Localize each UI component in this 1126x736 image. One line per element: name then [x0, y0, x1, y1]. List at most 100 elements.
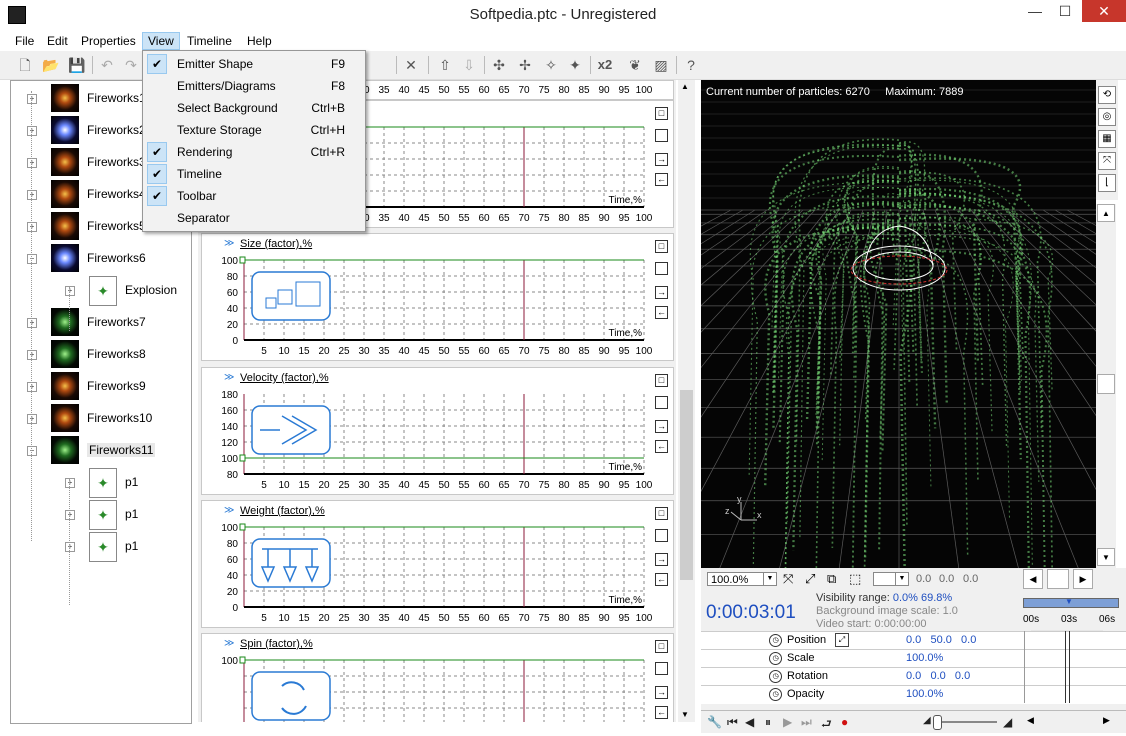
scroll-right-arrow[interactable]: ▶	[1103, 715, 1110, 726]
transform-icon[interactable]: ⤧	[783, 571, 793, 587]
tree-item[interactable]: − Fireworks6	[11, 243, 189, 273]
tree-item[interactable]: + ✦ p1	[11, 467, 189, 498]
save-icon[interactable]: 💾	[68, 56, 86, 74]
expand-icon[interactable]: +	[27, 126, 37, 136]
step-forward-icon[interactable]: ▶	[783, 715, 792, 729]
graph-plot[interactable]: 100 80 60 40 20 0 5 10 15 20 25 30 35 40 45 50 55 60 65 70 7…	[202, 234, 673, 360]
graph-title[interactable]: Spin (factor),%	[240, 638, 313, 650]
stopwatch-icon[interactable]: ◷	[769, 652, 782, 665]
expand-icon[interactable]: −	[27, 446, 37, 456]
redo-icon[interactable]: ↷	[122, 56, 140, 74]
expand-icon[interactable]: +	[27, 190, 37, 200]
expand-icon[interactable]: +	[65, 542, 75, 552]
stopwatch-icon[interactable]: ◷	[769, 634, 782, 647]
maximize-icon[interactable]: □	[655, 107, 668, 120]
track-row-opacity[interactable]: ◷ Opacity 100.0%	[701, 685, 1126, 704]
picture-icon[interactable]: ▨	[652, 56, 670, 74]
expand-icon[interactable]: −	[27, 254, 37, 264]
menu-item-select-background[interactable]: Select Background Ctrl+B	[145, 97, 363, 119]
blank-icon[interactable]	[655, 129, 668, 142]
scroll-right-arrow[interactable]: ▶	[1073, 569, 1093, 589]
emitter-shape-icon[interactable]: ✣	[490, 56, 508, 74]
menu-item-emitter-shape[interactable]: ✔ Emitter Shape F9	[145, 53, 363, 75]
import-icon[interactable]: ←	[655, 306, 668, 319]
copy-icon[interactable]: ⧉	[827, 571, 836, 587]
tree-item[interactable]: + ✦ p1	[11, 531, 189, 562]
expand-icon[interactable]: +	[27, 382, 37, 392]
emitter-shape-2-icon[interactable]: ✢	[516, 56, 534, 74]
rotate-view-icon[interactable]: ⟲	[1098, 86, 1116, 104]
menu-item-timeline[interactable]: ✔ Timeline	[145, 163, 363, 185]
leaf-icon[interactable]: ❦	[626, 56, 644, 74]
maximize-icon[interactable]: □	[655, 507, 668, 520]
expand-icon[interactable]: +	[27, 318, 37, 328]
export-icon[interactable]: →	[655, 286, 668, 299]
menu-item-separator[interactable]: Separator	[145, 207, 363, 229]
expand-icon[interactable]: +	[27, 94, 37, 104]
expand-icon[interactable]: +	[65, 510, 75, 520]
menu-timeline[interactable]: Timeline	[182, 33, 237, 49]
expand-icon[interactable]: +	[27, 222, 37, 232]
tree-item[interactable]: + Fireworks9	[11, 371, 189, 401]
scroll-up-arrow[interactable]: ▲	[681, 82, 689, 91]
maximize-button[interactable]: ☐	[1050, 0, 1080, 22]
maximize-icon[interactable]: □	[655, 374, 668, 387]
help-icon[interactable]: ?	[682, 56, 700, 74]
undo-icon[interactable]: ↶	[98, 56, 116, 74]
scroll-down-arrow[interactable]: ▼	[681, 710, 689, 719]
tree-item[interactable]: + Fireworks7	[11, 307, 189, 337]
minimize-button[interactable]: —	[1020, 0, 1050, 22]
floor-view-icon[interactable]: ⌊	[1098, 174, 1116, 192]
color-combo[interactable]: ▼	[873, 572, 909, 586]
graph-title[interactable]: Weight (factor),%	[240, 505, 325, 517]
menu-item-toolbar[interactable]: ✔ Toolbar	[145, 185, 363, 207]
import-icon[interactable]: ←	[655, 573, 668, 586]
graph-card[interactable]: 1005101520253035404550556065707580859095…	[201, 633, 674, 722]
speed-slider[interactable]	[935, 721, 997, 723]
tree-item[interactable]: + Fireworks8	[11, 339, 189, 369]
scroll-up-arrow[interactable]: ▲	[1097, 204, 1115, 222]
track-row-rotation[interactable]: ◷ Rotation 0.0 0.0 0.0	[701, 667, 1126, 686]
export-icon[interactable]: →	[655, 153, 668, 166]
menu-file[interactable]: File	[10, 33, 39, 49]
expand-icon[interactable]: +	[27, 158, 37, 168]
select-icon[interactable]: ⬚	[849, 571, 861, 587]
open-folder-icon[interactable]: 📂	[42, 56, 60, 74]
zoom-combo[interactable]: 100.0% ▼	[707, 572, 777, 586]
record-icon[interactable]: ●	[841, 715, 848, 729]
export-icon[interactable]: →	[655, 420, 668, 433]
menu-item-texture-storage[interactable]: Texture Storage Ctrl+H	[145, 119, 363, 141]
step-back-icon[interactable]: ◀	[745, 715, 754, 729]
go-start-icon[interactable]: ⏮	[727, 715, 738, 730]
stopwatch-icon[interactable]: ◷	[769, 688, 782, 701]
track-row-position[interactable]: ◷ Position ⤢ 0.0 50.0 0.0	[701, 631, 1126, 650]
graph-plot[interactable]: 100 80 60 40 20 0 5 10 15 20 25 30 35 40 45 50 55 60 65 70 7…	[202, 501, 673, 627]
menu-help[interactable]: Help	[242, 33, 277, 49]
scroll-down-arrow[interactable]: ▼	[1097, 548, 1115, 566]
expand-icon[interactable]: +	[65, 286, 75, 296]
wrench-icon[interactable]: 🔧	[707, 715, 722, 729]
import-icon[interactable]: ←	[655, 173, 668, 186]
new-file-icon[interactable]: 🗋	[16, 56, 34, 74]
scroll-thumb[interactable]	[680, 390, 693, 580]
graph-card[interactable]: 180 160 140 120 100 80 5 10 15 20 25 30 35 40 45 50 55 60…	[201, 367, 674, 495]
time-cursor-marker[interactable]: ▼	[1065, 597, 1073, 606]
go-end-icon[interactable]: ⏭	[801, 715, 812, 730]
menu-properties[interactable]: Properties	[76, 33, 141, 49]
move-down-icon[interactable]: ⇩	[460, 56, 478, 74]
tree-item[interactable]: + Fireworks10	[11, 403, 189, 433]
emitter-shape-3-icon[interactable]: ✧	[542, 56, 560, 74]
graph-plot[interactable]: 180 160 140 120 100 80 5 10 15 20 25 30 35 40 45 50 55 60…	[202, 368, 673, 494]
export-icon[interactable]: →	[655, 686, 668, 699]
import-icon[interactable]: ←	[655, 440, 668, 453]
scroll-left-arrow[interactable]: ◀	[1027, 715, 1034, 726]
times-two-icon[interactable]: x2	[596, 56, 614, 74]
pause-icon[interactable]: ⏸	[765, 715, 771, 730]
expand-icon[interactable]: +	[65, 478, 75, 488]
tree-item[interactable]: + ✦ Explosion	[11, 275, 189, 306]
export-icon[interactable]: →	[655, 553, 668, 566]
graph-title[interactable]: Velocity (factor),%	[240, 372, 329, 384]
grid-view-icon[interactable]: ▦	[1098, 130, 1116, 148]
graph-title[interactable]: Size (factor),%	[240, 238, 312, 250]
viewport-vertical-scrollbar[interactable]: ▲ ▼	[1096, 204, 1116, 568]
